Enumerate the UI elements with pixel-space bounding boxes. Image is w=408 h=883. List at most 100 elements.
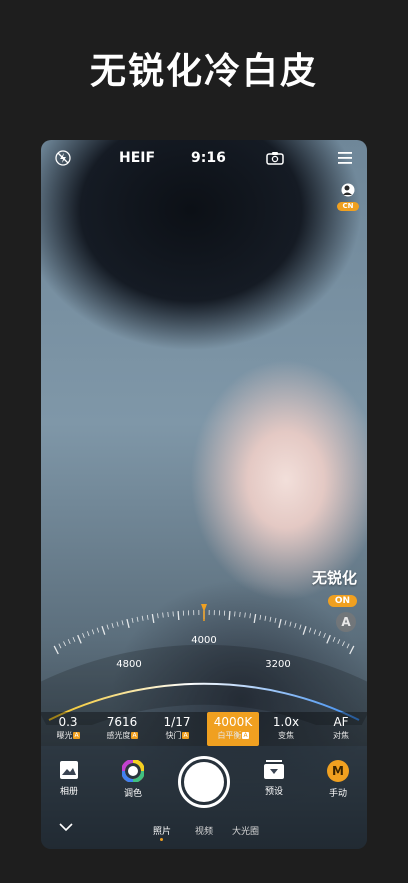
auto-badge: A [73,732,80,739]
menu-icon[interactable] [338,152,352,164]
dial-tick [72,636,76,642]
dial-tick [326,634,331,644]
mode-switcher: 照片 视频 大光圈 [41,824,367,844]
param-focus[interactable]: AF 对焦 [317,714,365,742]
color-grading-button[interactable]: 调色 [111,760,155,799]
dial-tick [278,618,282,629]
dial-tick [346,643,350,649]
color-label: 调色 [123,789,142,799]
region-badge[interactable]: CN [337,182,359,211]
dial-tick [318,631,322,637]
dial-tick [146,614,149,620]
mode-photo[interactable]: 照片 [153,824,171,841]
dial-tick [106,624,109,630]
dial-tick [177,610,180,621]
dial-tick [308,627,312,633]
mode-video[interactable]: 视频 [195,824,213,837]
shutter-inner [184,762,224,802]
format-toggle[interactable]: HEIF [119,150,155,166]
person-icon [341,183,355,197]
dial-tick [131,617,134,623]
param-name: 白平衡 [217,731,242,740]
dial-tick [167,611,169,618]
dial-tick [323,633,326,638]
flash-off-icon[interactable] [55,150,71,166]
dial-tick [63,641,66,647]
bottom-controls: 相册 调色 预设 M 手动 照片 视频 大光圈 [41,746,367,849]
dial-tick [269,616,272,622]
dial-label-4800: 4800 [116,659,141,670]
dial-label-4000: 4000 [191,635,216,646]
manual-mode-icon: M [327,760,349,782]
mode-large-aperture[interactable]: 大光圈 [232,824,259,837]
dial-tick [337,639,341,644]
param-value: 1/17 [163,715,191,729]
param-value: 1.0x [272,715,300,729]
param-name: 感光度 [106,731,131,740]
parameter-bar: 0.3 曝光 A 7616 感光度 A 1/17 快门 A 4000K 白平衡 A 1.… [41,712,367,746]
dial-tick [77,634,82,644]
param-white-balance[interactable]: 4000K 白平衡 A [207,712,259,746]
dial-tick [101,625,106,635]
dial-tick [86,631,90,637]
dial-tick [349,645,355,655]
preset-button[interactable]: 预设 [252,760,296,797]
dial-tick [157,613,159,619]
dial-tick [67,639,71,644]
auto-badge: A [242,732,249,739]
param-value: 7616 [106,715,138,729]
album-label: 相册 [59,787,78,797]
param-name: 曝光 [56,731,73,740]
dial-tick [299,624,302,630]
dial-tick [58,643,62,649]
dial-tick [302,625,307,635]
auto-badge: A [131,732,138,739]
param-exposure[interactable]: 0.3 曝光 A [44,714,92,742]
param-name: 变焦 [278,731,294,740]
preset-icon [264,760,284,779]
manual-label: 手动 [328,789,347,799]
dial-tick [249,613,251,619]
dial-tick [228,610,231,621]
param-iso[interactable]: 7616 感光度 A [98,714,146,742]
manual-mode-button[interactable]: M 手动 [316,760,360,799]
dial-tick [244,612,246,618]
dial-tick [253,613,257,624]
dial-tick [264,615,267,621]
aspect-ratio-toggle[interactable]: 9:16 [191,150,226,166]
dial-tick [111,622,114,629]
dial-tick [274,617,277,623]
dial-tick [239,611,241,618]
shutter-button[interactable] [178,756,230,808]
dial-tick [141,615,144,621]
param-name: 快门 [165,731,182,740]
dial-tick [313,629,317,635]
dial-label-3200: 3200 [265,659,290,670]
param-shutter[interactable]: 1/17 快门 A [153,714,201,742]
param-zoom[interactable]: 1.0x 变焦 [262,714,310,742]
dial-tick [126,618,130,629]
dial-tick [96,627,100,633]
dial-tick [294,622,297,629]
region-badge-label: CN [337,202,359,211]
color-wheel-icon [122,760,144,782]
dial-tick [151,613,155,624]
dial-pointer [201,604,207,612]
dial-tick [82,633,85,638]
album-button[interactable]: 相册 [47,760,91,797]
headline-title: 无锐化冷白皮 [89,51,318,92]
mode-selected-dot [160,838,163,841]
preset-label: 预设 [264,787,283,797]
param-value: 0.3 [58,715,78,729]
camera-viewfinder[interactable]: HEIF 9:16 CN 无锐化 ON A 4800 4000 3200 0.3… [41,140,367,849]
camera-flip-icon[interactable] [266,151,284,165]
dial-tick [116,621,119,627]
camera-topbar: HEIF 9:16 [41,140,367,178]
param-value: 4000K [213,715,253,729]
dial-tick [53,645,59,655]
dial-tick [332,636,336,642]
param-value: AF [333,715,349,729]
white-balance-dial[interactable]: 4800 4000 3200 [41,595,367,725]
dial-tick [162,612,164,618]
dial-tick [342,641,345,647]
